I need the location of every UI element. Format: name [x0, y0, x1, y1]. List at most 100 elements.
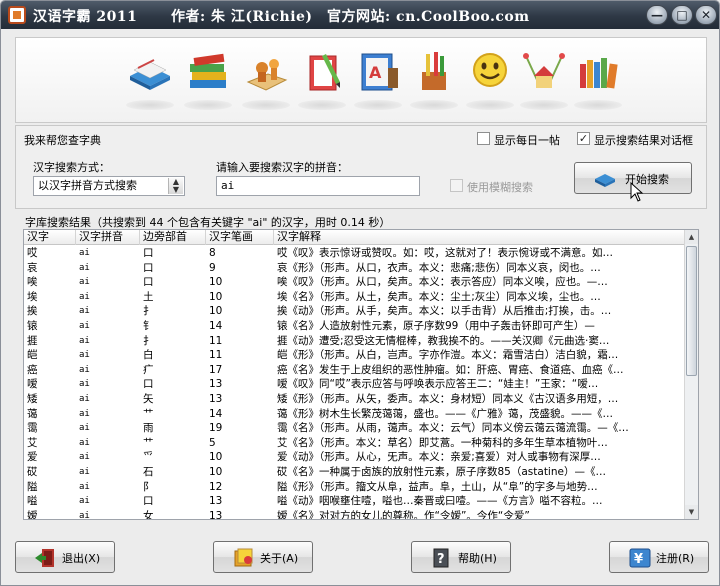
toolbar: A: [15, 37, 707, 123]
char-cell: 嫒: [27, 509, 38, 520]
table-row[interactable]: 哎 ai 口 8 哎《叹》表示惊讶或赞叹。如：哎，这就对了！表示惋讶或不满意。如…: [24, 246, 685, 261]
about-book-icon: [232, 548, 256, 568]
about-button[interactable]: 关于(A): [213, 541, 313, 573]
table-row[interactable]: 砹 ai 石 10 砹《名》一种属于卤族的放射性元素，原子序数85（astatine）—…: [24, 465, 685, 480]
column-header[interactable]: 汉字拼音: [76, 230, 140, 245]
radical-cell: 阝: [143, 480, 154, 493]
table-row[interactable]: 癌 ai 疒 17 癌《名》发生于上皮组织的恶性肿瘤。如：肝癌、胃癌、食道癌、血癌《…: [24, 363, 685, 378]
register-button[interactable]: ¥ 注册(R): [609, 541, 709, 573]
table-row[interactable]: 嗌 ai 口 13 嗌《动》咽喉壅住噎，嗌也…秦晋或曰噎。——《方言》嗌不容粒。…: [24, 494, 685, 509]
hanging-house-icon[interactable]: [518, 46, 570, 110]
radical-cell: 口: [143, 378, 154, 391]
pinyin-input[interactable]: ai: [216, 176, 420, 196]
column-header[interactable]: 汉字笔画: [206, 230, 274, 245]
help-button[interactable]: ? 帮助(H): [411, 541, 511, 573]
table-row[interactable]: 皑 ai 白 11 皑《形》（形声。从白，岂声。字亦作溰。本义：霜雪洁白）洁白貌，霜…: [24, 348, 685, 363]
table-row[interactable]: 哀 ai 口 9 哀《形》（形声。从口，衣声。本义：悲痛;悲伤）同本义哀，闵也。…: [24, 261, 685, 276]
smiley-icon[interactable]: [464, 46, 516, 110]
pinyin-cell: ai: [79, 437, 90, 448]
svg-text:A: A: [369, 63, 382, 82]
pinyin-cell: ai: [79, 277, 90, 288]
table-row[interactable]: 霭 ai 雨 19 霭《名》（形声。从雨，蔼声。本义：云气）同本义傍云蔼云蔼流霭。—《…: [24, 421, 685, 436]
strokes-cell: 13: [209, 495, 223, 508]
column-header[interactable]: 边旁部首: [140, 230, 206, 245]
abc-book-icon[interactable]: A: [352, 46, 404, 110]
char-cell: 挨: [27, 305, 38, 318]
close-button[interactable]: ✕: [695, 5, 717, 25]
strokes-cell: 8: [209, 247, 216, 259]
definition-cell: 隘《形》（形声。籀文从阜，益声。阜，土山，从“阜”的字多与地势…: [277, 480, 598, 493]
strokes-cell: 10: [209, 276, 223, 289]
char-cell: 皑: [27, 349, 38, 362]
radical-cell: 口: [143, 276, 154, 289]
exit-button[interactable]: 退出(X): [15, 541, 115, 573]
pinyin-cell: ai: [79, 481, 90, 492]
books-icon[interactable]: [182, 46, 234, 110]
vertical-scrollbar[interactable]: ▲ ▼: [684, 230, 698, 519]
table-row[interactable]: 挨 ai 扌 10 挨《动》（形声。从手，矣声。本义：以手击背）从后推击;打挨，击。…: [24, 304, 685, 319]
help-label: 帮助(H): [458, 552, 497, 565]
radical-cell: 扌: [143, 305, 154, 318]
table-row[interactable]: 矮 ai 矢 13 矮《形》（形声。从矢，委声。本义：身材短）同本义《古汉语多用短，…: [24, 392, 685, 407]
radical-cell: 雨: [143, 422, 154, 435]
radical-cell: 钅: [143, 319, 154, 332]
show-daily-label: 显示每日一帖: [494, 134, 560, 147]
chess-icon[interactable]: [240, 46, 292, 110]
definition-cell: 蔼《形》树木生长繁茂蔼蔼，盛也。——《广雅》蔼，茂盛貌。——《…: [277, 407, 613, 420]
column-header[interactable]: 汉字解释: [274, 230, 685, 245]
book-search-icon: [593, 169, 617, 189]
char-cell: 埃: [27, 290, 38, 303]
pinyin-label: 请输入要搜索汉字的拼音：: [216, 161, 348, 174]
table-row[interactable]: 嫒 ai 女 13 嫒《名》对对方的女儿的尊称。作“令嫒”。今作“令爱”: [24, 509, 685, 520]
definition-cell: 挨《动》（形声。从手，矣声。本义：以手击背）从后推击;打挨，击。…: [277, 305, 612, 318]
table-row[interactable]: 蔼 ai 艹 14 蔼《形》树木生长繁茂蔼蔼，盛也。——《广雅》蔼，茂盛貌。——《…: [24, 407, 685, 422]
show-daily-checkbox[interactable]: [477, 132, 490, 145]
table-row[interactable]: 唉 ai 口 10 唉《叹》（形声。从口，矣声。本义：表示答应）同本义唉，应也。—…: [24, 275, 685, 290]
search-mode-select[interactable]: 以汉字拼音方式搜索 ▲ ▼: [33, 176, 185, 196]
table-row[interactable]: 隘 ai 阝 12 隘《形》（形声。籀文从阜，益声。阜，土山，从“阜”的字多与地势…: [24, 480, 685, 495]
show-result-dialog-label: 显示搜索结果对话框: [594, 134, 693, 147]
char-cell: 唉: [27, 276, 38, 289]
strokes-cell: 17: [209, 363, 223, 376]
radical-cell: 石: [143, 465, 154, 478]
minimize-button[interactable]: —: [646, 5, 668, 25]
dictionary-icon[interactable]: [124, 46, 176, 110]
char-cell: 癌: [27, 363, 38, 376]
fuzzy-search-checkbox[interactable]: [450, 179, 463, 192]
definition-cell: 捱《动》遭受;忍受这无情棍棒，教我挨不的。——关汉卿《元曲选·窦…: [277, 334, 610, 347]
results-table[interactable]: 汉字 汉字拼音 边旁部首 汉字笔画 汉字解释 哎 ai 口 8 哎《叹》表示惊讶或赞叹。…: [23, 229, 699, 520]
table-row[interactable]: 埃 ai 土 10 埃《名》（形声。从土，矣声。本义：尘土;灰尘）同本义埃，尘也。…: [24, 290, 685, 305]
char-cell: 隘: [27, 480, 38, 493]
char-cell: 爱: [27, 451, 38, 464]
radical-cell: 口: [143, 495, 154, 508]
table-row[interactable]: 爱 ai 爫 10 爱《动》（形声。从心，旡声。本义：亲爱;喜爱）对人或事物有深厚…: [24, 450, 685, 465]
maximize-button[interactable]: □: [671, 5, 693, 25]
table-header: 汉字 汉字拼音 边旁部首 汉字笔画 汉字解释: [24, 230, 685, 245]
strokes-cell: 13: [209, 378, 223, 391]
definition-cell: 癌《名》发生于上皮组织的恶性肿瘤。如：肝癌、胃癌、食道癌、血癌《…: [277, 363, 624, 376]
table-row[interactable]: 锿 ai 钅 14 锿《名》人造放射性元素，原子序数99（用中子轰击钚即可产生）—: [24, 319, 685, 334]
definition-cell: 艾《名》（形声。本义：草名）即艾蒿。一种菊科的多年生草本植物叶…: [277, 436, 608, 449]
pinyin-cell: ai: [79, 379, 90, 390]
table-row[interactable]: 嗳 ai 口 13 嗳《叹》同“哎”表示应答与呼唤表示应答王二：“娃主！”王家：“嗳…: [24, 377, 685, 392]
show-result-dialog-checkbox[interactable]: ✓: [577, 132, 590, 145]
bookshelf-icon[interactable]: [572, 46, 624, 110]
scrollbar-thumb[interactable]: [686, 246, 697, 376]
definition-cell: 哎《叹》表示惊讶或赞叹。如：哎，这就对了！表示惋讶或不满意。如…: [277, 247, 613, 259]
group-title: 我来帮您查字典: [24, 134, 101, 147]
column-header[interactable]: 汉字: [24, 230, 76, 245]
strokes-cell: 13: [209, 392, 223, 405]
strokes-cell: 11: [209, 349, 223, 362]
pencil-book-icon[interactable]: [296, 46, 348, 110]
radical-cell: 土: [143, 290, 154, 303]
scroll-down-icon[interactable]: ▼: [685, 505, 698, 519]
tools-icon[interactable]: [408, 46, 460, 110]
table-row[interactable]: 艾 ai 艹 5 艾《名》（形声。本义：草名）即艾蒿。一种菊科的多年生草本植物叶…: [24, 436, 685, 451]
table-row[interactable]: 捱 ai 扌 11 捱《动》遭受;忍受这无情棍棒，教我挨不的。——关汉卿《元曲选·窦…: [24, 334, 685, 349]
pinyin-cell: ai: [79, 291, 90, 302]
help-book-icon: ?: [430, 548, 454, 568]
scroll-up-icon[interactable]: ▲: [685, 230, 698, 244]
main-window: 汉语字霸 2011 作者: 朱 江(Richie) 官方网站: cn.CoolB…: [0, 0, 720, 586]
radical-cell: 艹: [143, 407, 154, 420]
pinyin-cell: ai: [79, 393, 90, 404]
